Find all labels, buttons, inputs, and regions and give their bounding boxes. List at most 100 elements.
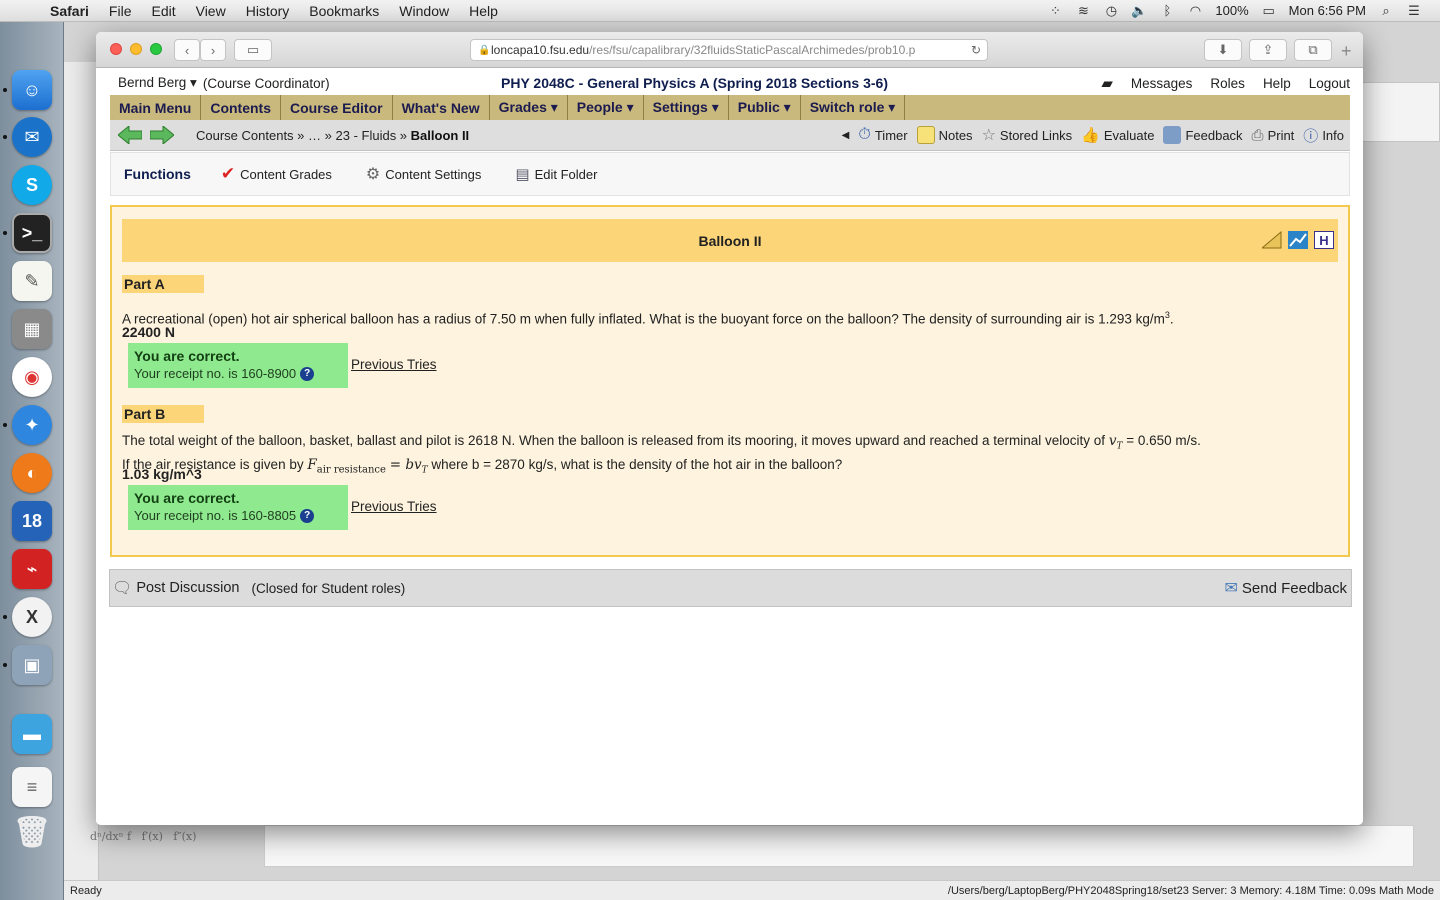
menu-help[interactable]: Help bbox=[459, 3, 508, 19]
terminal-icon[interactable]: >_ bbox=[12, 213, 52, 253]
logout-link[interactable]: Logout bbox=[1309, 76, 1350, 91]
url-path: /res/fsu/capalibrary/32fluidsStaticPasca… bbox=[589, 43, 916, 57]
discussion-icon: 🗨 bbox=[112, 580, 133, 597]
notification-center-icon[interactable]: ☰ bbox=[1406, 3, 1422, 19]
stored-links-tool[interactable]: ☆ Stored Links bbox=[982, 125, 1073, 145]
tabs-overview-icon[interactable]: ⧉ bbox=[1294, 39, 1332, 61]
menu-main-menu[interactable]: Main Menu bbox=[110, 95, 202, 120]
messages-link[interactable]: Messages bbox=[1131, 76, 1193, 91]
airdrop-icon[interactable]: ⁘ bbox=[1047, 3, 1063, 19]
menu-file[interactable]: File bbox=[99, 3, 142, 19]
menu-settings[interactable]: Settings ▾ bbox=[644, 95, 729, 120]
wifi-icon[interactable]: ◠ bbox=[1187, 3, 1203, 19]
crumb-course-contents[interactable]: Course Contents » bbox=[196, 128, 304, 143]
battery-icon[interactable]: ▭ bbox=[1261, 3, 1277, 19]
send-feedback-link[interactable]: ✉ Send Feedback bbox=[1225, 578, 1347, 598]
help-icon[interactable]: ? bbox=[300, 508, 315, 523]
info-tool[interactable]: ⓘ Info bbox=[1303, 125, 1344, 146]
timer-tool[interactable]: ⏱ Timer bbox=[858, 126, 907, 144]
menu-edit[interactable]: Edit bbox=[141, 3, 185, 19]
sync-icon[interactable]: ≋ bbox=[1075, 3, 1091, 19]
folder-icon[interactable]: ▬ bbox=[12, 714, 52, 754]
web-page: Bernd Berg ▾ (Course Coordinator) PHY 20… bbox=[96, 69, 1363, 825]
forward-button[interactable]: › bbox=[200, 39, 226, 61]
thunderbird-icon[interactable]: ✉ bbox=[12, 117, 52, 157]
menu-window[interactable]: Window bbox=[389, 3, 459, 19]
skype-icon[interactable]: S bbox=[12, 165, 52, 205]
menu-grades[interactable]: Grades ▾ bbox=[490, 95, 568, 120]
roles-link[interactable]: Roles bbox=[1210, 76, 1245, 91]
firefox-icon[interactable]: ◐ bbox=[12, 453, 52, 493]
ruler-icon[interactable] bbox=[1262, 231, 1282, 249]
zoom-window-button[interactable] bbox=[150, 43, 162, 55]
document-icon[interactable]: ≡ bbox=[12, 767, 52, 807]
trash-icon[interactable]: 🗑 bbox=[12, 812, 52, 852]
minimize-window-button[interactable] bbox=[130, 43, 142, 55]
content-settings-link[interactable]: ⚙ Content Settings bbox=[366, 164, 481, 184]
user-menu[interactable]: Bernd Berg ▾ bbox=[118, 75, 197, 91]
menu-view[interactable]: View bbox=[186, 3, 236, 19]
textedit-icon[interactable]: ✎ bbox=[12, 261, 52, 301]
preview-icon[interactable]: ▣ bbox=[12, 645, 52, 685]
settings-icon: ⚙ bbox=[365, 166, 381, 183]
spotlight-icon[interactable]: ⌕ bbox=[1378, 3, 1394, 19]
part-a-previous-tries[interactable]: Previous Tries bbox=[351, 357, 437, 372]
evaluate-tool[interactable]: 👍 Evaluate bbox=[1081, 126, 1154, 144]
calculator-icon[interactable]: ▦ bbox=[12, 309, 52, 349]
acrobat-icon[interactable]: ⌁ bbox=[12, 549, 52, 589]
menu-contents[interactable]: Contents bbox=[201, 95, 282, 120]
menu-history[interactable]: History bbox=[236, 3, 300, 19]
battery-percent[interactable]: 100% bbox=[1215, 3, 1248, 18]
chrome-icon[interactable]: ◉ bbox=[12, 357, 52, 397]
help-icon[interactable]: ? bbox=[300, 366, 315, 381]
clock[interactable]: Mon 6:56 PM bbox=[1289, 3, 1366, 18]
graph-icon[interactable] bbox=[1288, 231, 1308, 249]
share-icon[interactable]: ⇪ bbox=[1249, 39, 1287, 61]
downloads-icon[interactable]: ⬇ bbox=[1204, 39, 1242, 61]
menu-public[interactable]: Public ▾ bbox=[729, 95, 801, 120]
edit-folder-link[interactable]: ▤ Edit Folder bbox=[515, 165, 597, 183]
part-b-question: The total weight of the balloon, basket,… bbox=[122, 432, 1342, 479]
menu-bookmarks[interactable]: Bookmarks bbox=[299, 3, 389, 19]
part-b-previous-tries[interactable]: Previous Tries bbox=[351, 499, 437, 514]
next-resource-icon[interactable] bbox=[150, 126, 174, 144]
new-tab-icon[interactable]: + bbox=[1341, 41, 1352, 62]
reload-icon[interactable]: ↻ bbox=[971, 43, 981, 57]
volume-icon[interactable]: 🔈 bbox=[1131, 3, 1147, 19]
menu-whats-new[interactable]: What's New bbox=[393, 95, 490, 120]
previous-resource-icon[interactable] bbox=[118, 126, 142, 144]
collapse-tools-icon[interactable]: ◀ bbox=[842, 130, 850, 141]
menu-people[interactable]: People ▾ bbox=[568, 95, 644, 120]
address-bar[interactable]: 🔒 loncapa10.fsu.edu/res/fsu/capalibrary/… bbox=[470, 39, 988, 61]
print-tool[interactable]: ⎙ Print bbox=[1252, 127, 1295, 144]
menu-course-editor[interactable]: Course Editor bbox=[281, 95, 393, 120]
sidebar-toggle-icon[interactable]: ▭ bbox=[234, 39, 272, 61]
content-grades-link[interactable]: ✔ Content Grades bbox=[221, 164, 332, 184]
back-button[interactable]: ‹ bbox=[174, 39, 200, 61]
help-link[interactable]: Help bbox=[1263, 76, 1291, 91]
calendar-18-icon[interactable]: 18 bbox=[12, 501, 52, 541]
safari-toolbar: ‹ › ▭ 🔒 loncapa10.fsu.edu/res/fsu/capali… bbox=[96, 32, 1363, 68]
time-machine-icon[interactable]: ◷ bbox=[1103, 3, 1119, 19]
post-discussion-link[interactable]: Post Discussion bbox=[136, 580, 239, 596]
notes-tool[interactable]: Notes bbox=[916, 126, 973, 144]
x11-icon[interactable]: X bbox=[12, 597, 52, 637]
part-a-status: You are correct. bbox=[134, 348, 240, 364]
part-a-label: Part A bbox=[122, 275, 204, 293]
mac-menubar: Safari File Edit View History Bookmarks … bbox=[0, 0, 1440, 22]
hint-icon[interactable]: H bbox=[1314, 231, 1334, 249]
messages-icon[interactable]: ▰ bbox=[1101, 74, 1113, 92]
course-title: PHY 2048C - General Physics A (Spring 20… bbox=[501, 75, 888, 91]
menu-switch-role[interactable]: Switch role ▾ bbox=[801, 95, 906, 120]
drag-eq-subscript: T bbox=[421, 465, 428, 476]
bluetooth-icon[interactable]: ᛒ bbox=[1159, 3, 1175, 18]
feedback-tool[interactable]: Feedback bbox=[1163, 126, 1243, 144]
close-window-button[interactable] bbox=[110, 43, 122, 55]
evaluate-label: Evaluate bbox=[1103, 127, 1155, 143]
crumb-fluids[interactable]: 23 - Fluids » bbox=[336, 128, 408, 143]
safari-icon[interactable]: ✦ bbox=[12, 405, 52, 445]
stored-links-label: Stored Links bbox=[999, 127, 1073, 143]
finder-icon[interactable]: ☺ bbox=[12, 70, 52, 110]
menu-app[interactable]: Safari bbox=[40, 3, 99, 19]
crumb-ellipsis[interactable]: … » bbox=[308, 128, 332, 143]
